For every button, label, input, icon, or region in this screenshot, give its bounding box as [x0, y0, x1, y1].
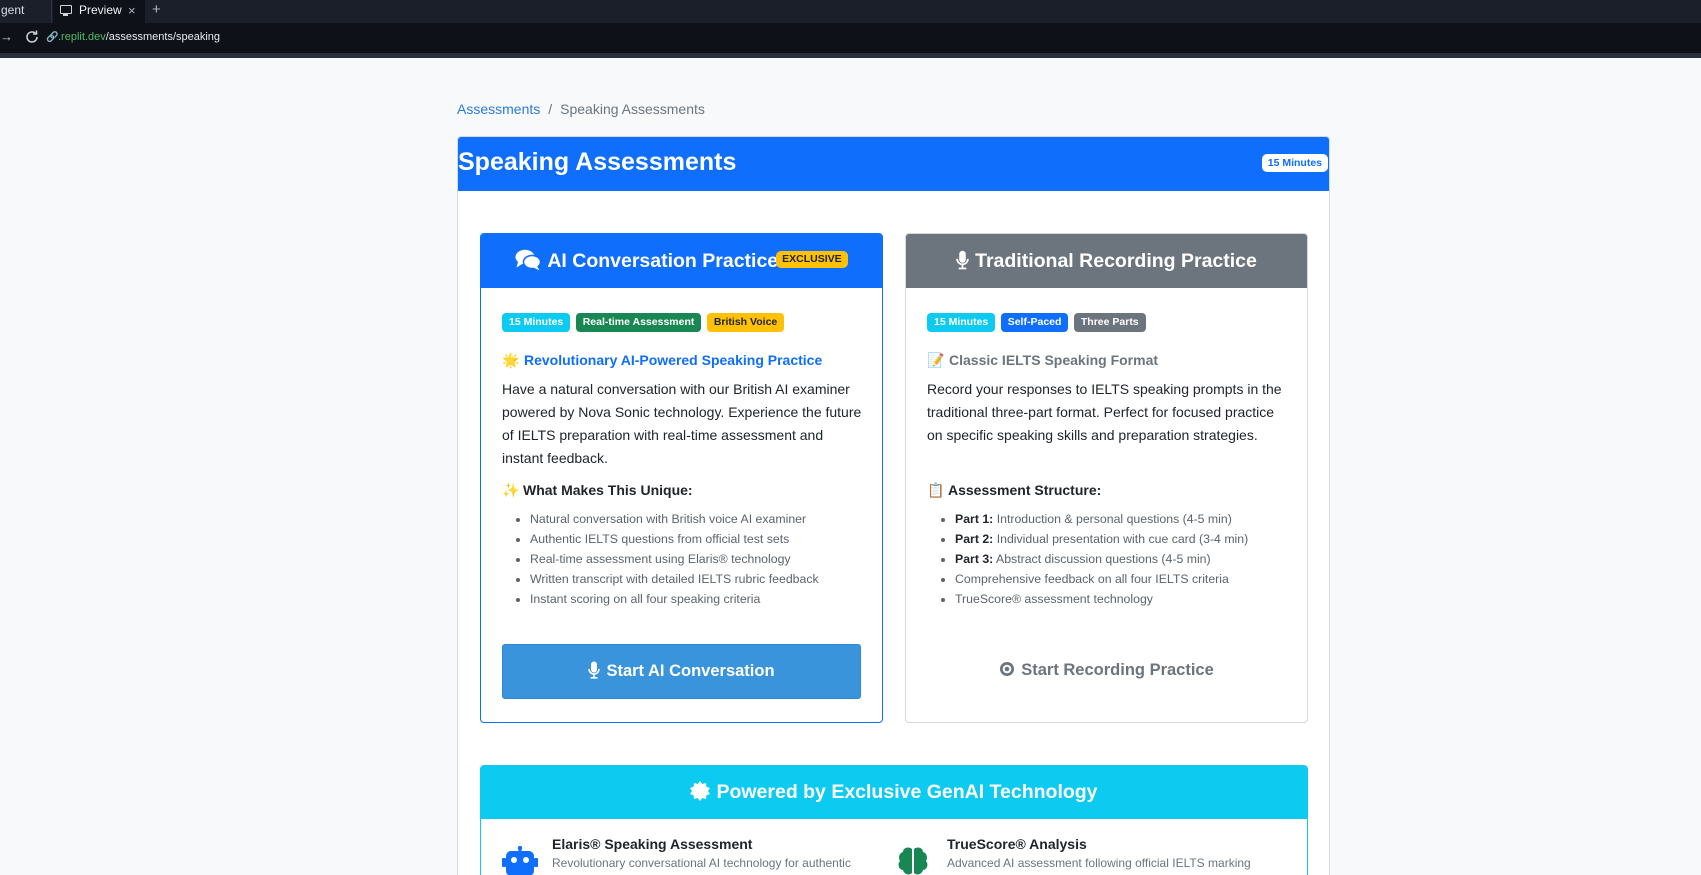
list-item: Part 3: Abstract discussion questions (4… [955, 549, 1295, 569]
microphone-icon [956, 250, 969, 270]
tech-item-name: Elaris® Speaking Assessment [552, 836, 753, 852]
url-bar: → 🔗.replit.dev/assessments/speaking [0, 23, 1701, 58]
ai-features-title-text: What Makes This Unique: [523, 482, 693, 498]
star-icon: 🌟 [502, 352, 520, 368]
list-item: TrueScore® assessment technology [955, 589, 1295, 609]
tab-preview[interactable]: Preview × [53, 0, 145, 23]
ai-subhead-text: Revolutionary AI-Powered Speaking Practi… [524, 352, 823, 368]
reload-icon[interactable] [24, 29, 40, 45]
tech-item-name: TrueScore® Analysis [947, 836, 1087, 852]
record-icon [1000, 661, 1015, 676]
ai-card-header: AI Conversation Practice EXCLUSIVE [481, 234, 882, 288]
tech-title: Powered by Exclusive GenAI Technology [716, 781, 1098, 803]
list-item: Natural conversation with British voice … [530, 509, 870, 529]
traditional-tags: 15 Minutes Self-Paced Three Parts [927, 312, 1147, 332]
page-content: Assessments / Speaking Assessments Speakin… [0, 58, 1701, 875]
comments-icon [515, 249, 542, 271]
microphone-icon [588, 661, 601, 679]
traditional-card-title: Traditional Recording Practice [975, 250, 1257, 272]
robot-icon [502, 846, 538, 875]
start-ai-label: Start AI Conversation [606, 662, 775, 680]
traditional-subhead: 📝 Classic IELTS Speaking Format [927, 352, 1158, 369]
breadcrumb-assessments-link[interactable]: Assessments [457, 101, 540, 117]
duration-badge: 15 Minutes [1261, 154, 1328, 172]
list-item: Instant scoring on all four speaking cri… [530, 589, 870, 609]
tag-british-voice: British Voice [706, 313, 785, 332]
tab-close-icon[interactable]: × [128, 0, 136, 21]
structure-title-text: Assessment Structure: [948, 482, 1102, 498]
memo-icon: 📝 [927, 352, 945, 368]
tab-agent-label: gent [1, 3, 25, 17]
breadcrumb-separator: / [548, 101, 553, 117]
monitor-icon [60, 5, 72, 16]
clipboard-icon: 📋 [927, 482, 945, 498]
list-item: Authentic IELTS questions from official … [530, 529, 870, 549]
tech-header: Powered by Exclusive GenAI Technology [481, 766, 1307, 819]
traditional-subhead-text: Classic IELTS Speaking Format [949, 352, 1159, 368]
forward-arrow-icon[interactable]: → [0, 29, 13, 44]
brain-icon [898, 847, 928, 875]
start-recording-label: Start Recording Practice [1021, 661, 1214, 679]
tab-preview-label: Preview [79, 3, 122, 17]
start-ai-conversation-button[interactable]: Start AI Conversation [502, 644, 861, 699]
traditional-recording-card: Traditional Recording Practice 15 Minute… [905, 233, 1308, 723]
sparkles-icon: ✨ [502, 482, 520, 498]
traditional-description: Record your responses to IELTS speaking … [927, 381, 1282, 443]
breadcrumb: Assessments / Speaking Assessments [457, 101, 705, 117]
ai-subhead: 🌟 Revolutionary AI-Powered Speaking Pract… [502, 352, 822, 369]
genai-technology-card: Powered by Exclusive GenAI Technology El… [480, 765, 1308, 875]
tag-three-parts: Three Parts [1073, 313, 1146, 332]
exclusive-badge: EXCLUSIVE [776, 251, 848, 269]
tab-agent[interactable]: gent [0, 0, 52, 23]
structure-title: 📋 Assessment Structure: [927, 482, 1101, 499]
breadcrumb-current: Speaking Assessments [560, 101, 705, 117]
list-item: Part 2: Individual presentation with cue… [955, 529, 1295, 549]
list-item: Written transcript with detailed IELTS r… [530, 569, 870, 589]
ai-description: Have a natural conversation with our Bri… [502, 381, 862, 466]
browser-tab-bar: gent Preview × + [0, 0, 1701, 23]
list-item: Part 1: Introduction & personal question… [955, 509, 1295, 529]
tech-item-desc: Revolutionary conversational AI technolo… [552, 856, 851, 870]
page-title: Speaking Assessments [458, 148, 737, 176]
structure-list: Part 1: Introduction & personal question… [955, 509, 1295, 609]
list-item: Real-time assessment using Elaris® techn… [530, 549, 870, 569]
tag-self-paced: Self-Paced [1000, 313, 1069, 332]
ai-tags: 15 Minutes Real-time Assessment British … [502, 312, 785, 332]
url-domain: .replit.dev [58, 31, 106, 43]
tag-realtime: Real-time Assessment [575, 313, 702, 332]
ai-features-title: ✨ What Makes This Unique: [502, 482, 693, 499]
address-field[interactable]: 🔗.replit.dev/assessments/speaking [46, 28, 1696, 46]
ai-features-list: Natural conversation with British voice … [530, 509, 870, 609]
list-item: Comprehensive feedback on all four IELTS… [955, 569, 1295, 589]
new-tab-button[interactable]: + [152, 0, 161, 23]
ai-card-title: AI Conversation Practice [547, 250, 779, 272]
url-path: /assessments/speaking [105, 31, 221, 43]
traditional-card-header: Traditional Recording Practice [906, 234, 1307, 288]
tech-item-desc: Advanced AI assessment following officia… [947, 856, 1251, 870]
speaking-assessments-card: Speaking Assessments 15 Minutes AI Conve… [457, 136, 1330, 875]
card-header: Speaking Assessments 15 Minutes [458, 137, 1329, 191]
certificate-icon [690, 780, 711, 801]
link-icon: 🔗 [46, 32, 59, 43]
ai-conversation-card: AI Conversation Practice EXCLUSIVE 15 Min… [480, 233, 883, 723]
start-recording-practice-button[interactable]: Start Recording Practice [927, 644, 1286, 699]
tag-duration: 15 Minutes [927, 313, 996, 332]
tag-duration: 15 Minutes [502, 313, 571, 332]
